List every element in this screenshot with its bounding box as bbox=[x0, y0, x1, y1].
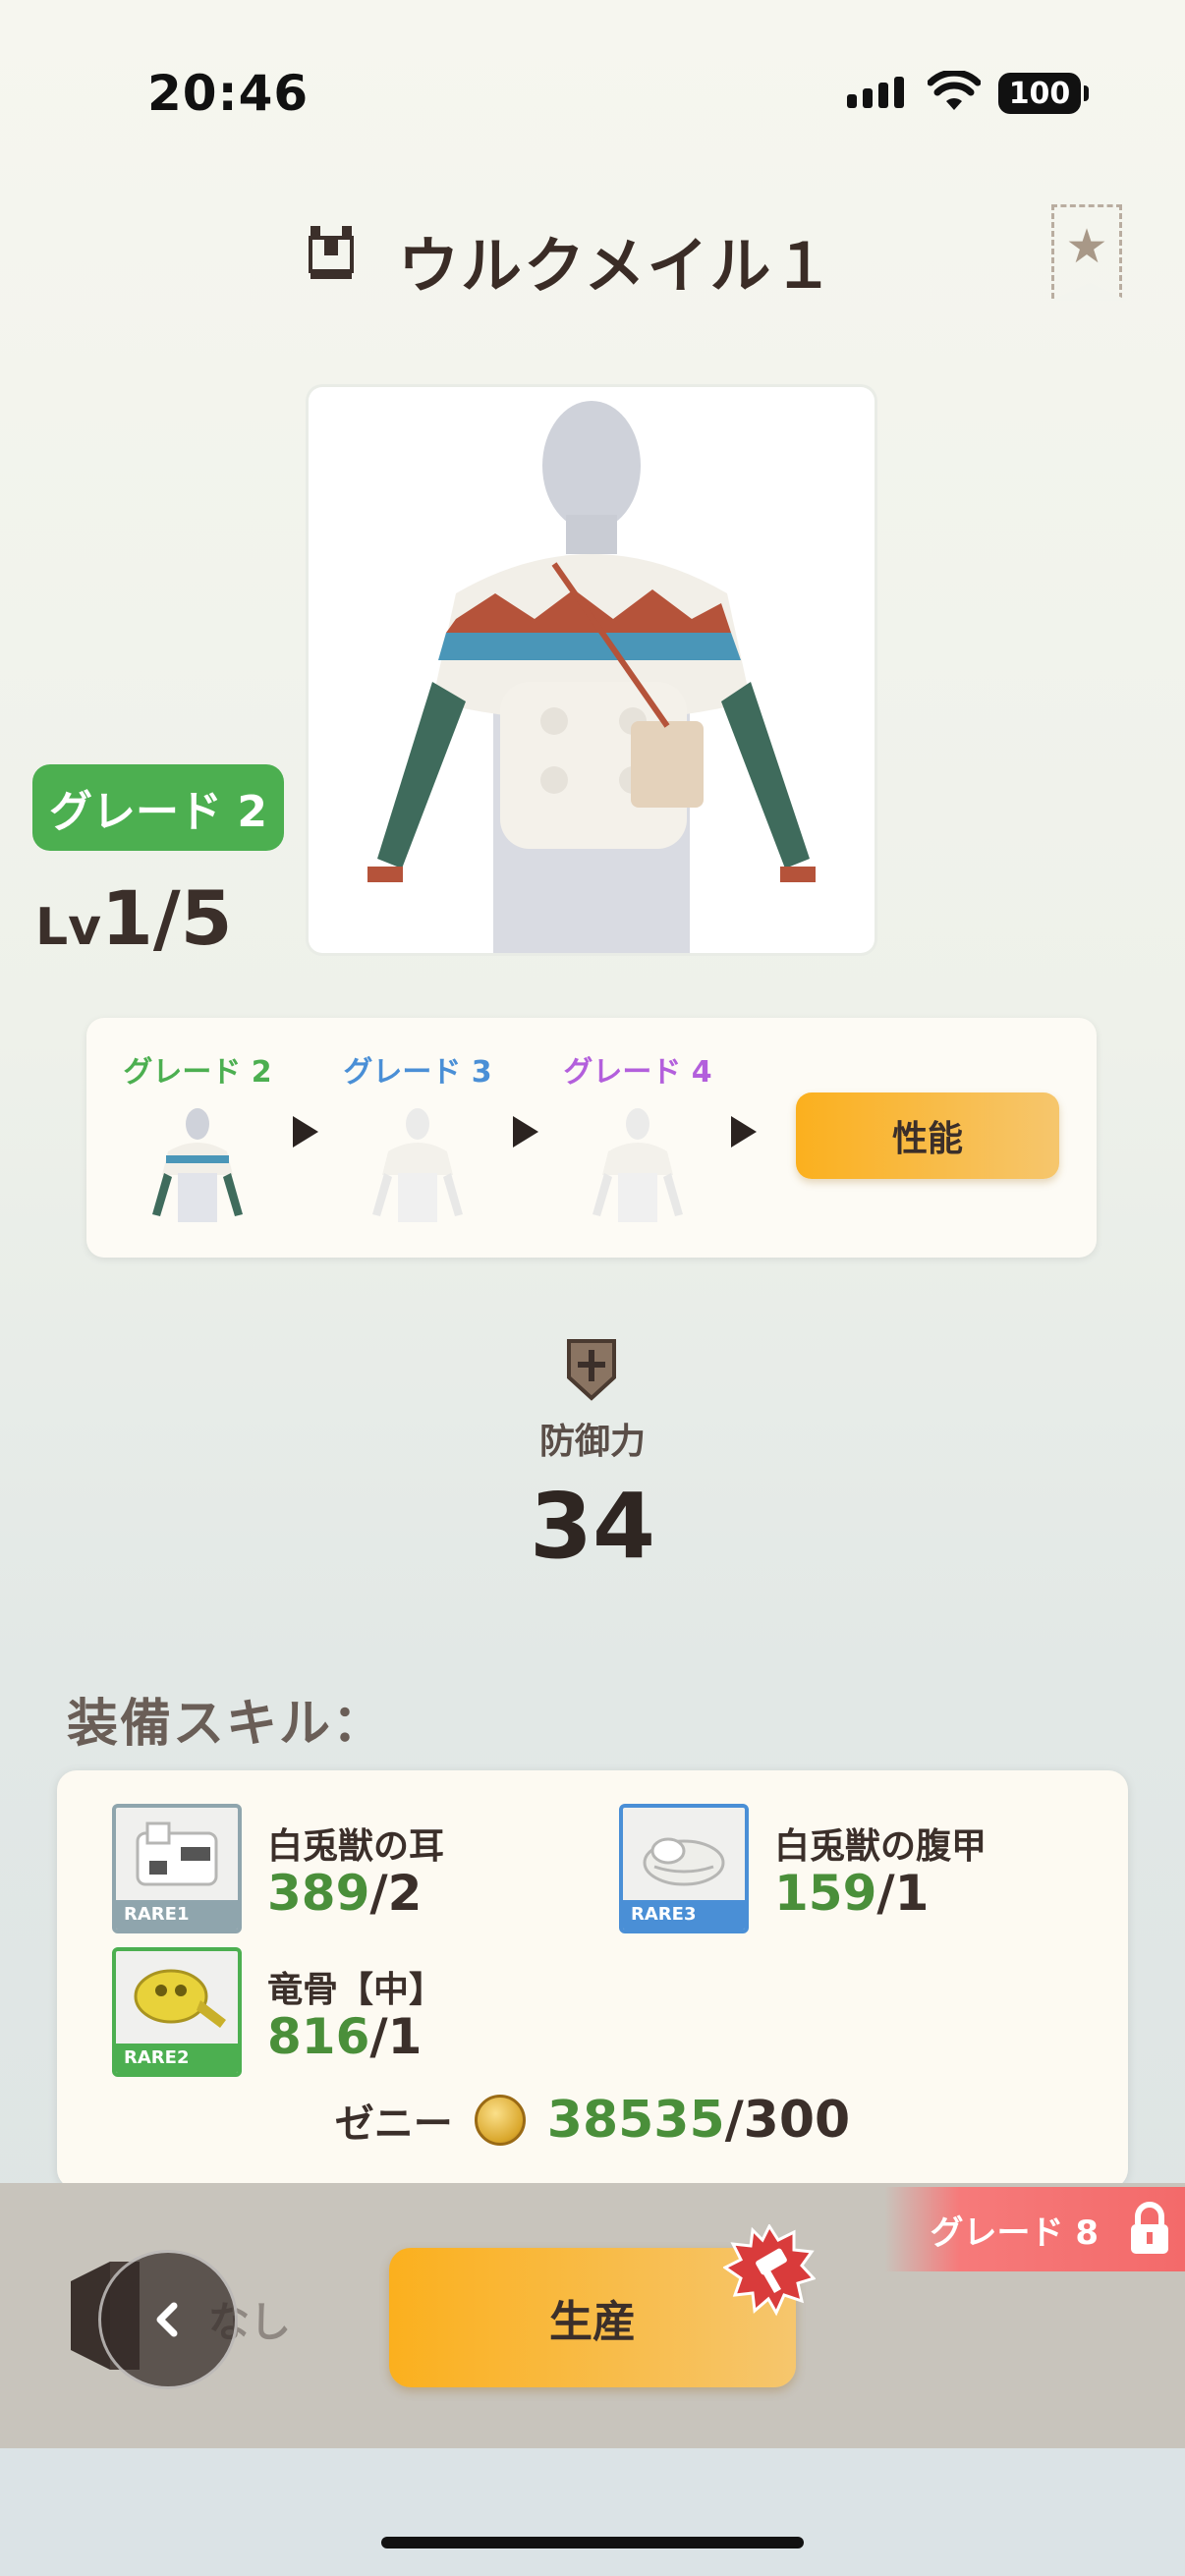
material-need: /1 bbox=[876, 1865, 930, 1922]
equipment-skills-label: 装備スキル： bbox=[67, 1695, 386, 1754]
material-count: 816/1 bbox=[267, 2008, 422, 2065]
material-name: 竜骨【中】 bbox=[267, 1970, 445, 2010]
signal-icon bbox=[847, 77, 904, 108]
material-have: 389 bbox=[267, 1865, 370, 1922]
level-prefix: Lv bbox=[35, 898, 102, 957]
zeny-have: 38535 bbox=[546, 2091, 725, 2150]
grade-step[interactable]: グレード 4 bbox=[554, 1047, 721, 1222]
armor-preview-image bbox=[309, 387, 875, 953]
material-count: 159/1 bbox=[774, 1865, 929, 1922]
favorite-star-icon[interactable]: ★ bbox=[1051, 204, 1128, 301]
home-indicator bbox=[381, 2537, 804, 2548]
grade-step-image bbox=[139, 1104, 256, 1222]
grade-step-label: グレード 3 bbox=[343, 1055, 492, 1090]
shield-icon bbox=[566, 1338, 617, 1401]
materials-card: RARE1 白兎獣の耳 389/2 RARE3 白兎獣の腹甲 159/1 RAR… bbox=[57, 1770, 1128, 2211]
material-item[interactable]: RARE2 竜骨【中】 816/1 bbox=[112, 1947, 564, 2081]
wifi-icon bbox=[927, 69, 982, 116]
rarity-label: RARE2 bbox=[116, 2044, 238, 2073]
performance-button[interactable]: 性能 bbox=[796, 1092, 1059, 1179]
back-button[interactable] bbox=[98, 2250, 238, 2389]
arrow-right-icon bbox=[293, 1116, 318, 1148]
grade-step[interactable]: グレード 2 bbox=[114, 1047, 281, 1222]
lock-icon bbox=[1128, 2201, 1171, 2256]
material-item[interactable]: RARE1 白兎獣の耳 389/2 bbox=[112, 1804, 564, 1937]
grade-step[interactable]: グレード 3 bbox=[334, 1047, 501, 1222]
bottom-safe-area bbox=[0, 2448, 1185, 2576]
rarity-label: RARE1 bbox=[116, 1900, 238, 1930]
page-title: ウルクメイル１ bbox=[398, 230, 836, 302]
material-need: /2 bbox=[369, 1865, 423, 1922]
arrow-right-icon bbox=[731, 1116, 757, 1148]
grade-step-label: グレード 4 bbox=[563, 1055, 712, 1090]
grade-progression-card: グレード 2 グレード 3 グレード 4 性能 bbox=[86, 1018, 1097, 1258]
level-display: Lv1/5 bbox=[35, 874, 233, 962]
grade-step-image bbox=[579, 1104, 697, 1222]
material-thumbnail: RARE2 bbox=[112, 1947, 242, 2077]
defense-value: 34 bbox=[529, 1474, 656, 1579]
material-name: 白兎獣の耳 bbox=[267, 1826, 445, 1867]
material-item[interactable]: RARE3 白兎獣の腹甲 159/1 bbox=[619, 1804, 1071, 1937]
grade-step-image bbox=[359, 1104, 477, 1222]
zeny-need: /300 bbox=[724, 2091, 851, 2150]
hammer-badge-icon bbox=[722, 2222, 817, 2317]
level-value: 1/5 bbox=[101, 874, 233, 962]
material-name: 白兎獣の腹甲 bbox=[774, 1826, 988, 1867]
arrow-right-icon bbox=[513, 1116, 538, 1148]
zeny-cost: ゼニー 38535/300 bbox=[57, 2091, 1128, 2150]
chest-armor-icon bbox=[307, 224, 356, 281]
material-have: 159 bbox=[774, 1865, 877, 1922]
rarity-label: RARE3 bbox=[623, 1900, 745, 1930]
material-count: 389/2 bbox=[267, 1865, 422, 1922]
material-have: 816 bbox=[267, 2008, 370, 2065]
zeny-coin-icon bbox=[474, 2095, 526, 2146]
defense-label: 防御力 bbox=[538, 1422, 646, 1462]
grade-step-label: グレード 2 bbox=[123, 1055, 272, 1090]
battery-icon: 100 bbox=[998, 73, 1089, 114]
material-thumbnail: RARE3 bbox=[619, 1804, 749, 1933]
grade-badge: グレード 2 bbox=[32, 764, 284, 851]
material-need: /1 bbox=[369, 2008, 423, 2065]
zeny-label: ゼニー bbox=[334, 2101, 453, 2147]
material-thumbnail: RARE1 bbox=[112, 1804, 242, 1933]
chevron-left-icon bbox=[156, 2302, 178, 2337]
status-time: 20:46 bbox=[147, 65, 310, 122]
